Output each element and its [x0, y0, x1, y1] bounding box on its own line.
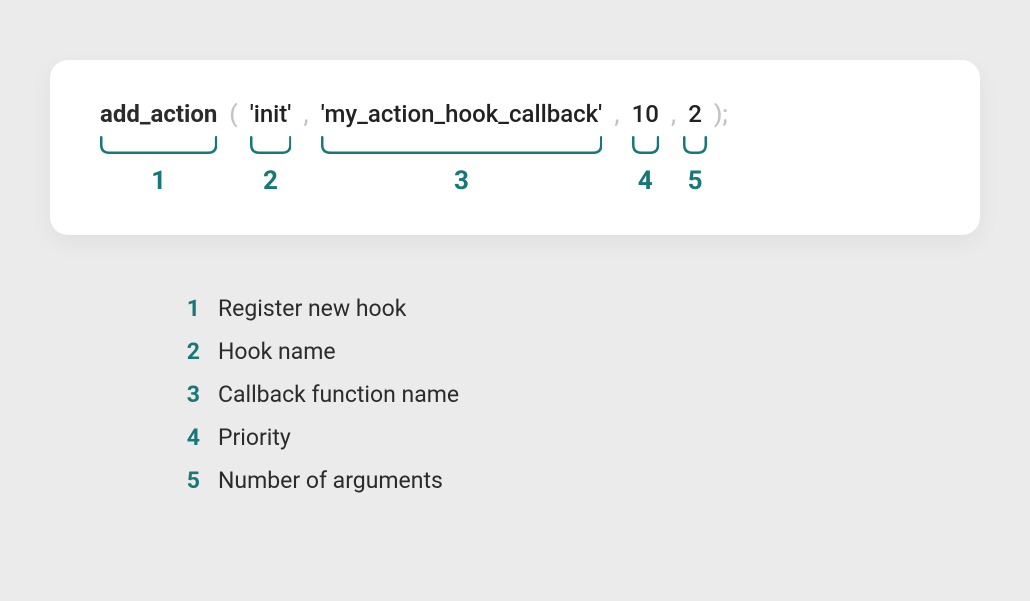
legend-num: 3	[180, 381, 200, 408]
annotation-num-2: 2	[263, 166, 278, 196]
legend-item: 4 Priority	[180, 424, 459, 451]
token-open-paren: (	[217, 100, 249, 128]
annotation-num-5: 5	[688, 166, 703, 196]
bracket-3	[321, 136, 603, 154]
bracket-2	[250, 136, 292, 154]
bracket-1	[100, 136, 217, 154]
token-comma1: ,	[291, 100, 320, 128]
token-comma3: ,	[659, 100, 688, 128]
legend-num: 2	[180, 338, 200, 365]
code-line: add_action ( 'init' , 'my_action_hook_ca…	[100, 100, 930, 128]
token-arg3: 10	[632, 100, 659, 128]
annotation-number-row: 1 2 3 4 5	[100, 166, 930, 198]
token-arg1: 'init'	[250, 100, 292, 128]
legend-text: Callback function name	[218, 381, 459, 408]
legend-item: 1 Register new hook	[180, 295, 459, 322]
bracket-row	[100, 136, 930, 162]
legend-item: 3 Callback function name	[180, 381, 459, 408]
legend-text: Hook name	[218, 338, 336, 365]
legend-item: 5 Number of arguments	[180, 467, 459, 494]
bracket-5	[683, 136, 707, 154]
code-sample-card: add_action ( 'init' , 'my_action_hook_ca…	[50, 60, 980, 235]
token-function: add_action	[100, 100, 217, 128]
annotation-num-3: 3	[454, 166, 469, 196]
bracket-4	[632, 136, 659, 154]
legend-text: Number of arguments	[218, 467, 443, 494]
legend-num: 4	[180, 424, 200, 451]
annotation-num-1: 1	[151, 166, 166, 196]
legend-item: 2 Hook name	[180, 338, 459, 365]
legend-text: Priority	[218, 424, 291, 451]
legend-num: 1	[180, 295, 200, 322]
token-close: );	[702, 100, 728, 128]
token-comma2: ,	[602, 100, 631, 128]
annotation-num-4: 4	[638, 166, 653, 196]
token-arg2: 'my_action_hook_callback'	[321, 100, 603, 128]
legend-text: Register new hook	[218, 295, 406, 322]
legend-list: 1 Register new hook 2 Hook name 3 Callba…	[180, 295, 459, 510]
legend-num: 5	[180, 467, 200, 494]
token-arg4: 2	[688, 100, 702, 128]
